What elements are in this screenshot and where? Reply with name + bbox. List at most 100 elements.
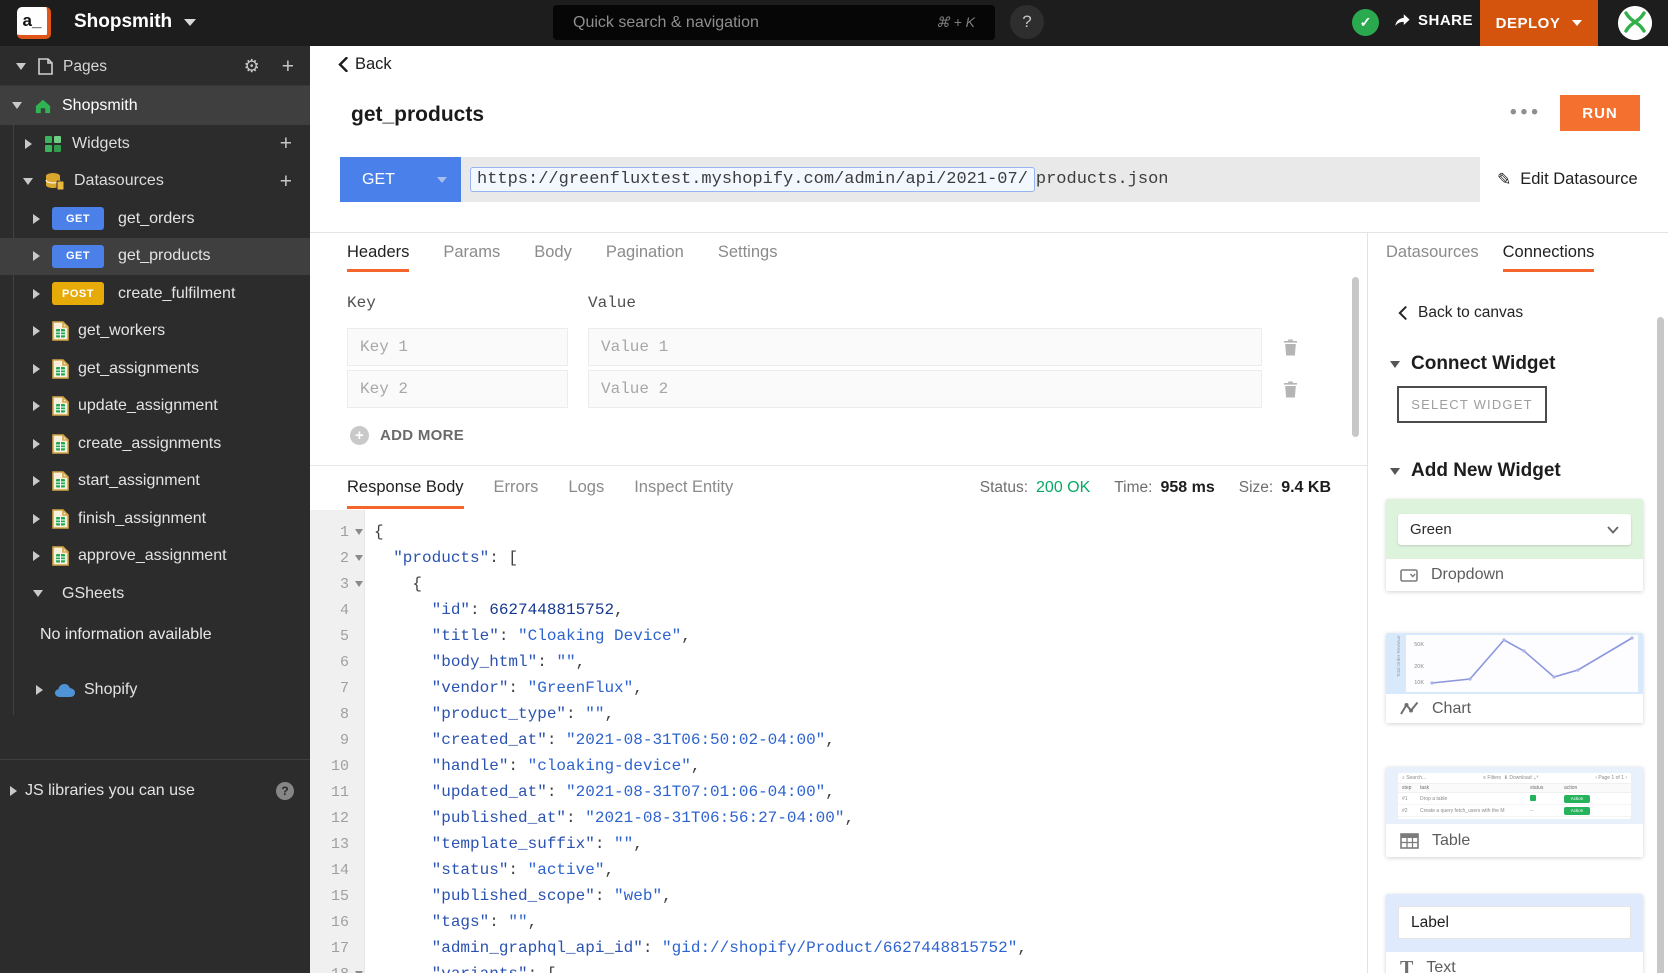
code-line-gutter: 2 — [310, 545, 365, 571]
widget-card-label: Dropdown — [1431, 566, 1504, 583]
select-widget-button[interactable]: SELECT WIDGET — [1397, 386, 1547, 423]
query-name: get_assignments — [78, 359, 199, 377]
quick-search-input[interactable]: Quick search & navigation ⌘ + K — [553, 5, 995, 40]
add-new-widget-section[interactable]: Add New Widget — [1390, 460, 1561, 482]
add-widget-button[interactable]: + — [280, 133, 292, 154]
app-name-menu[interactable]: Shopsmith — [74, 11, 197, 33]
caret-right-icon[interactable] — [33, 213, 40, 224]
fold-caret-icon[interactable] — [355, 529, 363, 535]
caret-right-icon[interactable] — [33, 513, 40, 524]
add-datasource-button[interactable]: + — [280, 171, 292, 192]
question-icon[interactable]: ? — [276, 782, 294, 800]
caret-right-icon[interactable] — [33, 288, 40, 299]
connections-panel: Back to canvas Connect Widget SELECT WID… — [1368, 272, 1668, 973]
tab-params[interactable]: Params — [443, 232, 500, 272]
sidebar-item-datasources[interactable]: Datasources + — [0, 163, 310, 201]
deploy-caret-icon[interactable] — [1572, 20, 1583, 26]
caret-right-icon[interactable] — [33, 401, 40, 412]
caret-down-icon[interactable] — [16, 63, 26, 70]
url-input[interactable]: https://greenfluxtest.myshopify.com/admi… — [461, 157, 1480, 202]
back-button[interactable]: Back — [338, 55, 392, 74]
caret-right-icon[interactable] — [33, 551, 40, 562]
delete-row-button[interactable] — [1280, 337, 1300, 357]
tab-body[interactable]: Body — [534, 232, 572, 272]
caret-right-icon[interactable] — [25, 138, 32, 149]
share-button[interactable]: SHARE — [1394, 12, 1473, 29]
caret-down-icon[interactable] — [23, 177, 33, 185]
sidebar-item-get_assignments[interactable]: get_assignments — [0, 350, 310, 388]
text-widget-icon: T — [1400, 957, 1414, 973]
widget-card-text[interactable]: Label T Text — [1386, 894, 1643, 973]
header-key-input[interactable]: Key 1 — [347, 328, 568, 366]
panel-scrollbar[interactable] — [1657, 317, 1664, 973]
sidebar-item-page-shopsmith[interactable]: Shopsmith — [0, 86, 310, 125]
caret-right-icon[interactable] — [33, 326, 40, 337]
add-page-button[interactable]: + — [282, 56, 294, 77]
header-key-input[interactable]: Key 2 — [347, 370, 568, 408]
svg-text:Total Order Revenue: Total Order Revenue — [1396, 635, 1401, 677]
query-title[interactable]: get_products — [351, 103, 484, 127]
line-number: 10 — [330, 757, 349, 775]
pages-header[interactable]: Pages ⚙ + — [0, 48, 310, 86]
deploy-button[interactable]: DEPLOY — [1480, 0, 1598, 46]
caret-right-icon[interactable] — [33, 363, 40, 374]
widget-card-dropdown[interactable]: Green Dropdown — [1386, 499, 1643, 591]
run-button[interactable]: RUN — [1560, 95, 1640, 131]
add-more-button[interactable]: + ADD MORE — [350, 426, 464, 445]
caret-down-icon[interactable] — [33, 590, 43, 598]
back-to-canvas-button[interactable]: Back to canvas — [1398, 304, 1523, 322]
help-icon[interactable]: ? — [1010, 5, 1044, 39]
sidebar-item-finish_assignment[interactable]: finish_assignment — [0, 500, 310, 538]
caret-right-icon[interactable] — [33, 438, 40, 449]
user-avatar[interactable] — [1618, 6, 1652, 40]
connect-widget-section[interactable]: Connect Widget — [1390, 353, 1555, 375]
tab-errors[interactable]: Errors — [494, 466, 539, 509]
edit-datasource-button[interactable]: ✎ Edit Datasource — [1497, 157, 1638, 202]
header-value-input[interactable]: Value 2 — [588, 370, 1262, 408]
panel-tab-datasources[interactable]: Datasources — [1386, 232, 1479, 272]
header-value-input[interactable]: Value 1 — [588, 328, 1262, 366]
caret-right-icon[interactable] — [10, 786, 17, 796]
sidebar-item-get_workers[interactable]: get_workers — [0, 313, 310, 351]
code-line-gutter: 13 — [310, 831, 365, 857]
gear-icon[interactable]: ⚙ — [244, 56, 260, 77]
back-label: Back — [355, 55, 392, 73]
sidebar-item-shopify[interactable]: Shopify — [0, 672, 310, 710]
sidebar-item-create_fulfilment[interactable]: POST create_fulfilment — [0, 275, 310, 313]
sidebar-item-get_products[interactable]: GET get_products — [0, 237, 310, 275]
more-actions-icon[interactable]: ••• — [1510, 102, 1542, 124]
fold-caret-icon[interactable] — [355, 555, 363, 561]
response-body-viewer[interactable]: 1{2 "products": [3 {4 "id": 662744881575… — [310, 510, 1367, 973]
sidebar-item-update_assignment[interactable]: update_assignment — [0, 388, 310, 426]
svg-text:50K: 50K — [1414, 642, 1424, 648]
js-libraries-section[interactable]: JS libraries you can use ? — [0, 772, 310, 810]
tab-headers[interactable]: Headers — [347, 232, 410, 272]
http-method-select[interactable]: GET — [340, 157, 461, 202]
query-name: start_assignment — [78, 472, 200, 490]
tab-inspect-entity[interactable]: Inspect Entity — [634, 466, 733, 509]
delete-row-button[interactable] — [1280, 379, 1300, 399]
tab-response-body[interactable]: Response Body — [347, 466, 464, 509]
tab-settings[interactable]: Settings — [718, 232, 778, 272]
sidebar-item-get_orders[interactable]: GET get_orders — [0, 200, 310, 238]
sidebar-item-gsheets-group[interactable]: GSheets — [0, 575, 310, 613]
chevron-left-icon — [1398, 306, 1407, 320]
sidebar-item-approve_assignment[interactable]: approve_assignment — [0, 538, 310, 576]
panel-tab-connections[interactable]: Connections — [1502, 232, 1594, 272]
fold-caret-icon[interactable] — [355, 581, 363, 587]
size-value: 9.4 KB — [1281, 478, 1331, 496]
tab-pagination[interactable]: Pagination — [606, 232, 684, 272]
widget-card-chart[interactable]: Total Order Revenue 50K 20K 10K Chart — [1386, 633, 1643, 723]
caret-right-icon[interactable] — [36, 685, 43, 696]
widget-card-table[interactable]: ⌕ Search... ≡ Filters ⬇ Download ⤢ ‹ Page … — [1386, 767, 1643, 857]
sidebar-item-start_assignment[interactable]: start_assignment — [0, 463, 310, 501]
appsmith-logo-icon[interactable]: a_ — [17, 7, 51, 39]
sidebar-item-create_assignments[interactable]: create_assignments — [0, 425, 310, 463]
caret-right-icon[interactable] — [33, 251, 40, 262]
sidebar-item-widgets[interactable]: Widgets + — [0, 125, 310, 163]
widget-preview-text: Label — [1386, 894, 1643, 952]
request-scrollbar[interactable] — [1352, 277, 1359, 437]
caret-down-icon[interactable] — [12, 102, 22, 109]
caret-right-icon[interactable] — [33, 476, 40, 487]
tab-logs[interactable]: Logs — [568, 466, 604, 509]
